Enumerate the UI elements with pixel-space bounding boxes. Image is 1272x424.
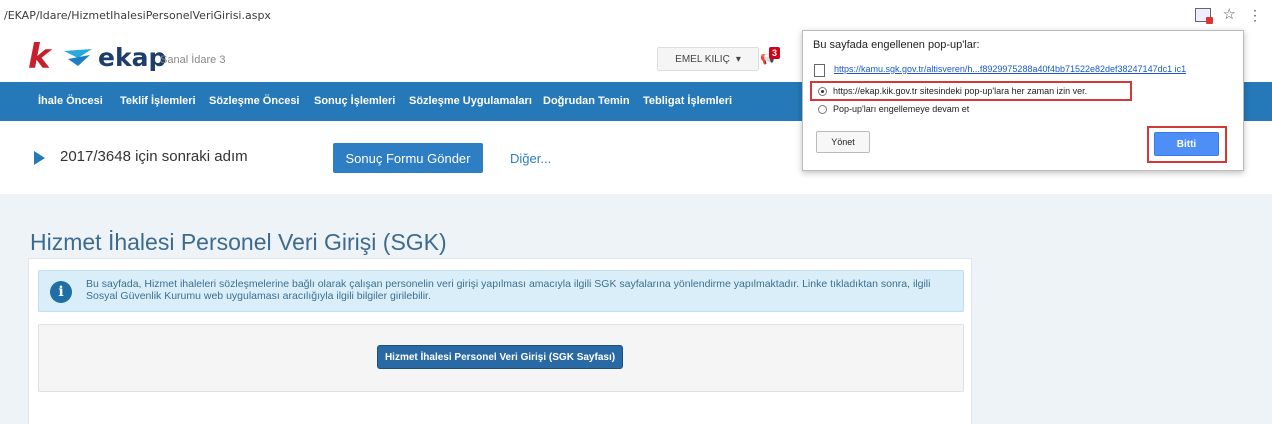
info-text: Bu sayfada, Hizmet ihaleleri sözleşmeler… [86,278,931,302]
done-button[interactable]: Bitti [1154,132,1219,156]
menu-icon[interactable]: ⋮ [1248,8,1262,22]
address-bar-icons: ☆ ⋮ [1194,7,1262,24]
nav-item-teklif-islemleri[interactable]: Teklif İşlemleri [120,95,196,107]
nav-item-sonuc-islemleri[interactable]: Sonuç İşlemleri [314,95,395,107]
send-result-form-button[interactable]: Sonuç Formu Gönder [333,143,483,173]
logo-wing-icon [64,49,92,66]
address-url[interactable]: /EKAP/Idare/HizmetIhalesiPersonelVeriGir… [4,9,271,22]
info-icon: i [50,281,72,303]
logo-k[interactable]: k [28,40,51,74]
allow-popups-option[interactable]: https://ekap.kik.gov.tr sitesindeki pop-… [818,86,1087,96]
other-link[interactable]: Diğer... [510,151,551,166]
notification-badge: 3 [769,47,781,59]
block-radio[interactable] [818,104,827,114]
chevron-down-icon: ▾ [735,53,741,65]
block-popups-option[interactable]: Pop-up'ları engellemeye devam et [818,104,969,114]
nav-item-tebligat-islemleri[interactable]: Tebligat İşlemleri [643,95,732,107]
sgk-page-button[interactable]: Hizmet İhalesi Personel Veri Girişi (SGK… [377,345,623,369]
page-title: Hizmet İhalesi Personel Veri Girişi (SGK… [30,229,447,256]
logo-text[interactable]: ekap [98,45,166,71]
star-icon[interactable]: ☆ [1223,7,1236,22]
nav-item-dogrudan-temin[interactable]: Doğrudan Temin [543,95,630,107]
play-arrow-icon [34,151,45,165]
next-step-text: 2017/3648 için sonraki adım [60,148,248,165]
popup-title: Bu sayfada engellenen pop-up'lar: [813,39,980,51]
manage-button[interactable]: Yönet [816,131,870,153]
allow-option-label: https://ekap.kik.gov.tr sitesindeki pop-… [833,86,1088,96]
nav-item-sozlesme-oncesi[interactable]: Sözleşme Öncesi [209,95,300,107]
blocked-popup-link[interactable]: https://kamu.sgk.gov.tr/altisveren/h...f… [834,64,1186,74]
nav-item-ihale-oncesi[interactable]: İhale Öncesi [38,95,103,107]
document-icon [814,64,825,77]
site-subtitle: Sanal İdare 3 [160,54,226,66]
popup-blocked-icon[interactable] [1194,8,1213,24]
allow-radio[interactable] [818,86,827,96]
user-name: EMEL KILIÇ [675,53,730,65]
user-menu-button[interactable]: EMEL KILIÇ ▾ [657,47,759,71]
nav-item-sozlesme-uygulamalari[interactable]: Sözleşme Uygulamaları [409,95,532,107]
block-option-label: Pop-up'ları engellemeye devam et [833,104,970,114]
